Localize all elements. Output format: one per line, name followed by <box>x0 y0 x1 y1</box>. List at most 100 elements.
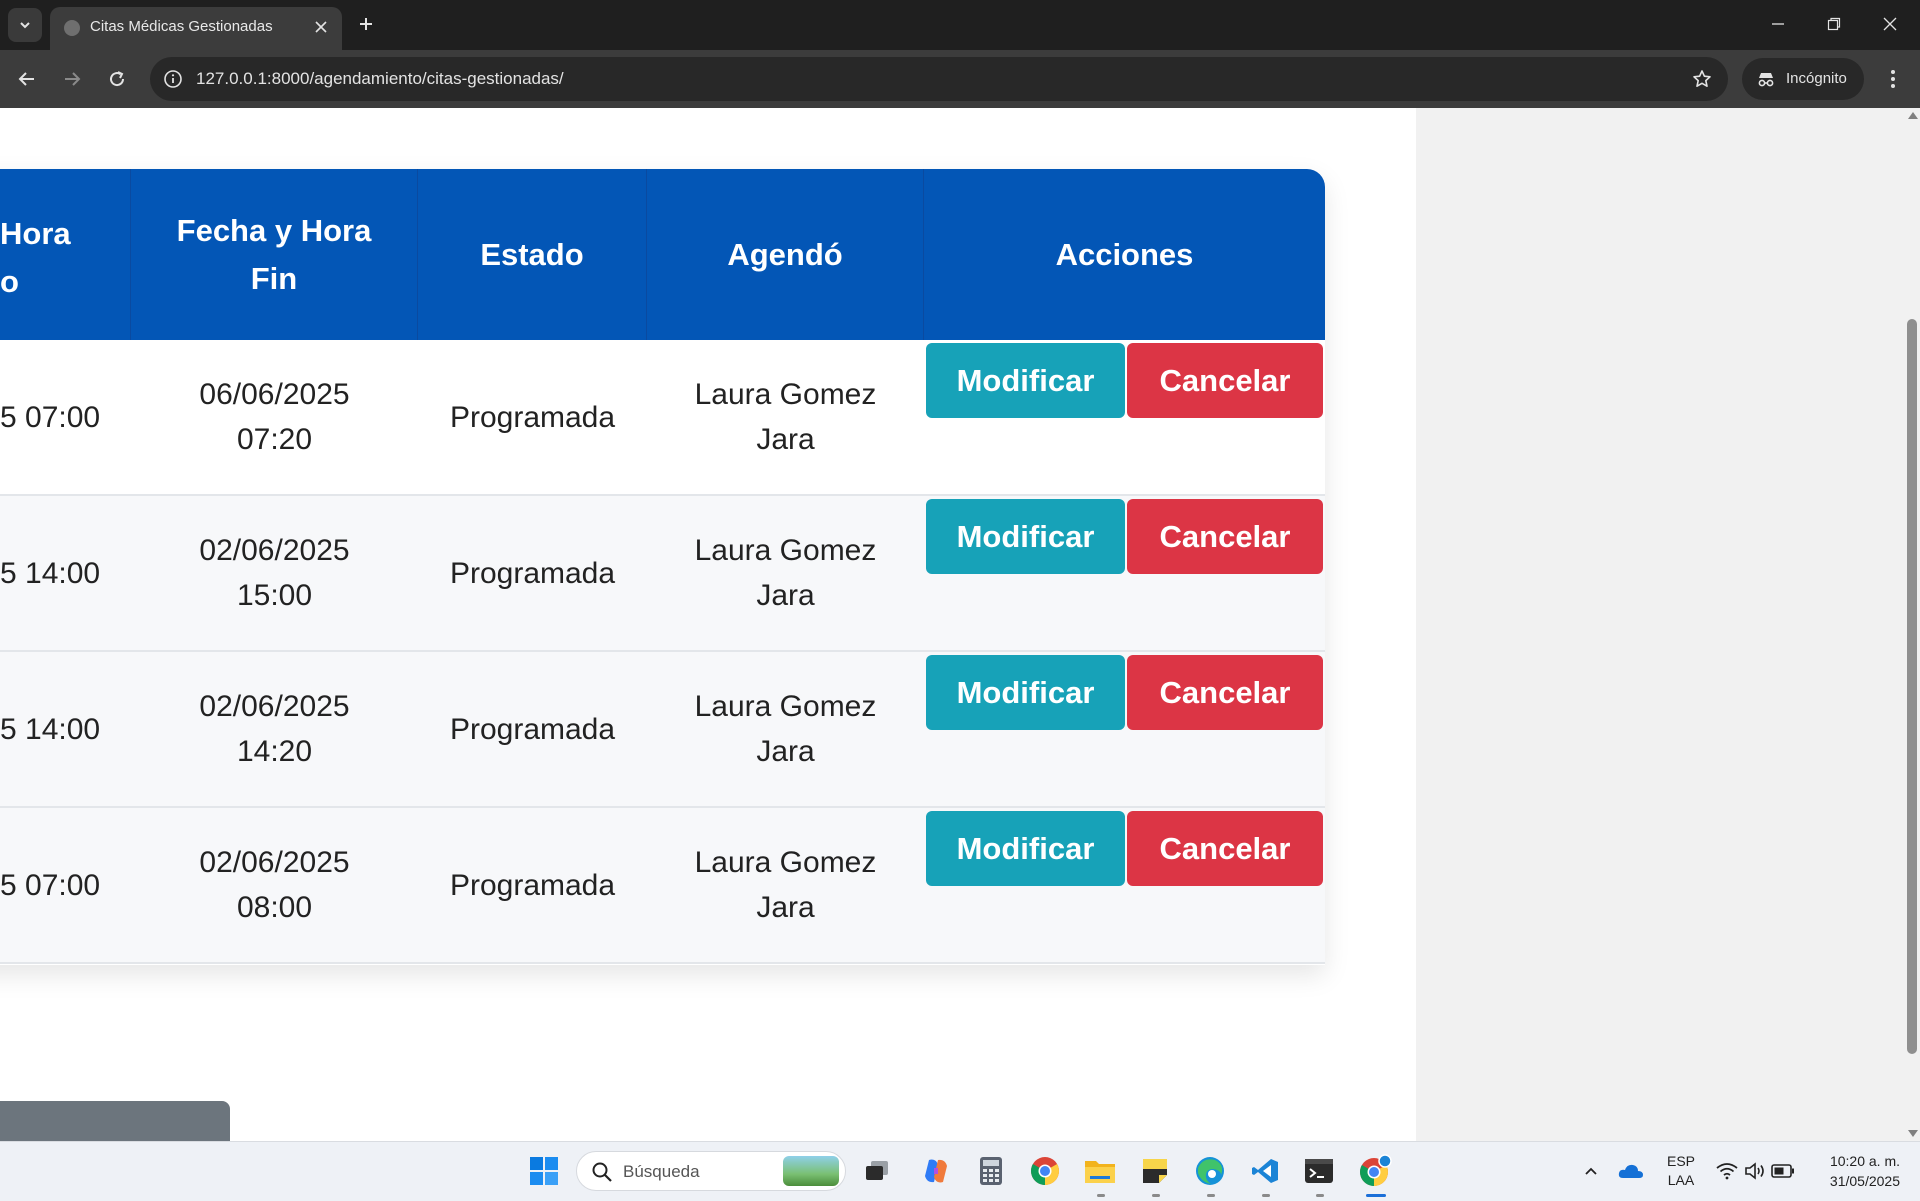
tab-title: Citas Médicas Gestionadas <box>90 18 273 35</box>
taskbar-search-box[interactable]: Búsqueda <box>576 1151 846 1191</box>
start-datetime-cell: 5 07:00 <box>0 868 101 902</box>
column-header-start-text: Hora o <box>0 216 71 299</box>
task-view-icon[interactable] <box>860 1154 894 1188</box>
info-icon[interactable] <box>162 68 184 90</box>
language-code: ESP <box>1666 1153 1695 1169</box>
cancel-button[interactable]: Cancelar <box>1127 343 1323 418</box>
running-indicator <box>1207 1194 1215 1197</box>
modify-button[interactable]: Modificar <box>926 811 1125 886</box>
column-header-scheduled-by-text: Agendó <box>727 236 843 272</box>
browser-tab-active[interactable]: Citas Médicas Gestionadas <box>50 7 342 50</box>
reload-icon <box>110 71 125 87</box>
more-vert-icon <box>1891 70 1895 88</box>
wifi-icon[interactable] <box>1712 1154 1742 1188</box>
active-app-indicator <box>1366 1194 1386 1197</box>
url-text[interactable]: 127.0.0.1:8000/agendamiento/citas-gestio… <box>196 69 564 89</box>
clock-date: 31/05/2025 <box>1829 1173 1900 1189</box>
incognito-indicator[interactable]: Incógnito <box>1742 58 1864 100</box>
table-row: 5 07:00 06/06/2025 07:20 Programada Laur… <box>0 340 1325 496</box>
scheduled-by-cell: Laura Gomez Jara <box>694 534 877 612</box>
forward-button[interactable] <box>55 62 89 96</box>
table-row: 5 14:00 02/06/2025 14:20 Programada Laur… <box>0 652 1325 808</box>
status-cell: Programada <box>449 712 616 746</box>
system-clock[interactable]: 10:20 a. m. 31/05/2025 <box>1800 1151 1900 1191</box>
column-header-end: Fecha y Hora Fin <box>131 169 418 340</box>
reload-button[interactable] <box>100 62 134 96</box>
file-explorer-icon[interactable] <box>1083 1154 1117 1188</box>
windows-taskbar: Búsqueda ESP LAA 10:20 a. m. 31/05/2025 <box>0 1141 1920 1201</box>
input-language-indicator[interactable]: ESP LAA <box>1658 1152 1704 1190</box>
onedrive-icon[interactable] <box>1616 1154 1646 1188</box>
vscode-icon[interactable] <box>1248 1154 1282 1188</box>
browser-tab-bar: Citas Médicas Gestionadas <box>0 0 1920 50</box>
modify-button[interactable]: Modificar <box>926 343 1125 418</box>
chevron-down-icon <box>20 22 30 29</box>
clock-time: 10:20 a. m. <box>1829 1153 1900 1169</box>
start-datetime-cell: 5 14:00 <box>0 556 101 590</box>
chrome-canary-icon[interactable] <box>1358 1154 1392 1188</box>
cancel-button[interactable]: Cancelar <box>1127 655 1323 730</box>
back-link-button[interactable] <box>0 1101 230 1141</box>
running-indicator <box>1097 1194 1105 1197</box>
browser-menu-button[interactable] <box>1878 62 1908 96</box>
close-icon <box>315 21 327 33</box>
tab-close-button[interactable] <box>310 16 332 38</box>
battery-icon[interactable] <box>1768 1154 1798 1188</box>
restore-button[interactable] <box>1806 0 1862 48</box>
scheduled-by-cell: Laura Gomez Jara <box>694 690 877 768</box>
column-header-actions-text: Acciones <box>1055 236 1194 272</box>
edge-icon[interactable] <box>1193 1154 1227 1188</box>
scheduled-by-cell: Laura Gomez Jara <box>694 846 877 924</box>
scrollbar-thumb[interactable] <box>1907 319 1917 1054</box>
table-header: Hora o Fecha y Hora Fin Estado Agendó Ac… <box>0 169 1325 340</box>
status-cell: Programada <box>449 556 616 590</box>
address-bar[interactable]: 127.0.0.1:8000/agendamiento/citas-gestio… <box>150 57 1728 101</box>
incognito-label: Incógnito <box>1786 70 1847 87</box>
appointments-table: Hora o Fecha y Hora Fin Estado Agendó Ac… <box>0 169 1325 965</box>
table-row: 5 14:00 02/06/2025 15:00 Programada Laur… <box>0 496 1325 652</box>
scheduled-by-cell: Laura Gomez Jara <box>694 378 877 456</box>
start-datetime-cell: 5 07:00 <box>0 400 101 434</box>
column-header-status-text: Estado <box>480 236 584 272</box>
new-tab-button[interactable] <box>352 10 380 38</box>
end-datetime-cell: 02/06/2025 14:20 <box>199 690 350 768</box>
column-header-status: Estado <box>418 169 647 340</box>
end-datetime-cell: 02/06/2025 15:00 <box>199 534 350 612</box>
search-placeholder: Búsqueda <box>623 1162 700 1181</box>
tab-search-button[interactable] <box>8 8 42 42</box>
browser-toolbar: 127.0.0.1:8000/agendamiento/citas-gestio… <box>0 50 1920 108</box>
modify-button[interactable]: Modificar <box>926 499 1125 574</box>
scroll-up-arrow-icon[interactable] <box>1908 112 1918 119</box>
volume-icon[interactable] <box>1740 1154 1770 1188</box>
minimize-button[interactable] <box>1750 0 1806 48</box>
restore-icon <box>1827 17 1841 31</box>
running-indicator <box>1152 1194 1160 1197</box>
running-indicator <box>1262 1194 1270 1197</box>
cancel-button[interactable]: Cancelar <box>1127 811 1323 886</box>
terminal-icon[interactable] <box>1302 1154 1336 1188</box>
modify-button[interactable]: Modificar <box>926 655 1125 730</box>
back-button[interactable] <box>10 62 44 96</box>
cancel-button[interactable]: Cancelar <box>1127 499 1323 574</box>
bookmark-star-icon[interactable] <box>1690 67 1714 91</box>
arrow-left-icon <box>18 72 34 86</box>
column-header-scheduled-by: Agendó <box>647 169 924 340</box>
chrome-icon[interactable] <box>1028 1154 1062 1188</box>
search-icon <box>592 1162 612 1182</box>
close-window-button[interactable] <box>1862 0 1918 48</box>
scroll-down-arrow-icon[interactable] <box>1908 1130 1918 1137</box>
windows-start-icon[interactable] <box>527 1154 561 1188</box>
copilot-icon[interactable] <box>919 1154 953 1188</box>
table-row: 5 07:00 02/06/2025 08:00 Programada Laur… <box>0 808 1325 964</box>
vertical-scrollbar[interactable] <box>1904 108 1920 1141</box>
chevron-up-icon[interactable] <box>1576 1154 1606 1188</box>
sticky-notes-icon[interactable] <box>1138 1154 1172 1188</box>
incognito-icon <box>1758 73 1774 87</box>
page-side-background <box>1416 108 1904 1141</box>
end-datetime-cell: 02/06/2025 08:00 <box>199 846 350 924</box>
running-indicator <box>1316 1194 1324 1197</box>
plus-icon <box>360 18 372 30</box>
arrow-right-icon <box>65 72 81 86</box>
start-datetime-cell: 5 14:00 <box>0 712 101 746</box>
calculator-icon[interactable] <box>974 1154 1008 1188</box>
